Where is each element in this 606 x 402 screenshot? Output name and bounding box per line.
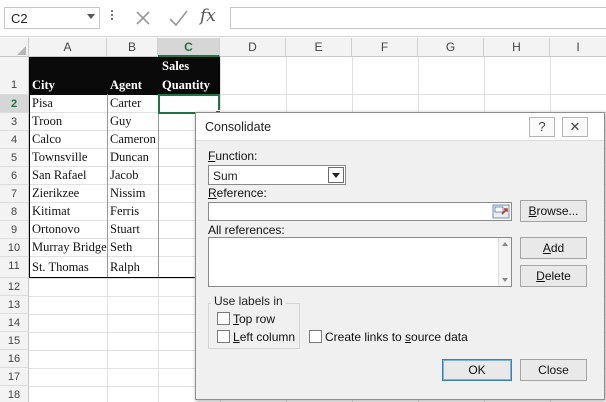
scroll-up-icon[interactable] [502,242,508,246]
create-links-label[interactable]: Create links to source data [325,330,468,344]
ok-button[interactable]: OK [442,359,512,381]
column-header-d[interactable]: D [220,38,286,57]
row-header-6[interactable]: 6 [0,167,29,185]
scrollbar[interactable] [498,238,511,286]
row-header-18[interactable]: 18 [0,386,29,402]
table-border [29,57,219,278]
create-links-checkbox[interactable] [309,330,322,343]
all-references-label: All references: [208,223,285,237]
formula-bar: C2 fx [0,0,606,37]
row-header-4[interactable]: 4 [0,131,29,149]
row-header-5[interactable]: 5 [0,149,29,167]
consolidate-dialog: Consolidate ? ✕ Function: Sum Reference:… [195,112,605,400]
dialog-title-bar[interactable]: Consolidate ? ✕ [196,113,604,141]
collapse-dialog-icon[interactable] [492,204,510,219]
active-cell-c2[interactable] [158,94,220,114]
left-column-label[interactable]: Left column [233,330,295,344]
column-header-b[interactable]: B [107,38,158,57]
top-row-label[interactable]: Top row [233,312,275,326]
row-header-3[interactable]: 3 [0,113,29,131]
column-header-i[interactable]: I [550,38,606,57]
row-header-10[interactable]: 10 [0,239,29,257]
scroll-down-icon[interactable] [502,278,508,282]
help-button[interactable]: ? [529,117,555,137]
dialog-title: Consolidate [205,120,272,134]
close-button[interactable]: Close [520,359,587,381]
column-header-e[interactable]: E [286,38,352,57]
row-header-13[interactable]: 13 [0,296,29,314]
row-header-12[interactable]: 12 [0,278,29,296]
row-header-15[interactable]: 15 [0,332,29,350]
function-value: Sum [213,169,238,183]
use-labels-legend: Use labels in [211,294,286,308]
top-row-checkbox[interactable] [217,312,230,325]
row-header-11[interactable]: 11 [0,257,29,278]
left-column-checkbox[interactable] [217,330,230,343]
close-icon[interactable]: ✕ [562,117,588,137]
chevron-down-icon[interactable] [87,14,95,19]
row-header-7[interactable]: 7 [0,185,29,203]
row-header-16[interactable]: 16 [0,350,29,368]
name-box-value: C2 [11,11,28,26]
column-header-g[interactable]: G [418,38,484,57]
reference-label: Reference: [208,186,267,200]
row-header-9[interactable]: 9 [0,221,29,239]
browse-button[interactable]: Browse... [520,200,587,222]
function-select[interactable]: Sum [208,165,346,185]
row-header-8[interactable]: 8 [0,203,29,221]
name-box[interactable]: C2 [4,7,100,29]
chevron-down-icon[interactable] [328,167,344,183]
select-all-button[interactable] [0,38,29,57]
more-options-icon[interactable] [110,8,114,28]
cancel-icon[interactable] [132,7,154,29]
row-header-1[interactable]: 1 [0,57,29,95]
column-header-a[interactable]: A [29,38,107,57]
row-header-17[interactable]: 17 [0,368,29,386]
insert-function-icon[interactable]: fx [200,6,216,26]
all-references-list[interactable] [208,237,512,287]
reference-input[interactable] [208,202,512,221]
row-header-2[interactable]: 2 [0,95,29,113]
function-label: Function: [208,149,258,163]
column-headers: A B C D E F G H I [0,38,606,57]
column-header-c[interactable]: C [158,38,220,57]
row-header-14[interactable]: 14 [0,314,29,332]
add-button[interactable]: Add [520,237,587,259]
delete-button[interactable]: Delete [520,265,587,287]
checkmark-icon[interactable] [166,7,190,29]
column-header-h[interactable]: H [484,38,550,57]
formula-input[interactable] [230,7,606,29]
column-header-f[interactable]: F [352,38,418,57]
